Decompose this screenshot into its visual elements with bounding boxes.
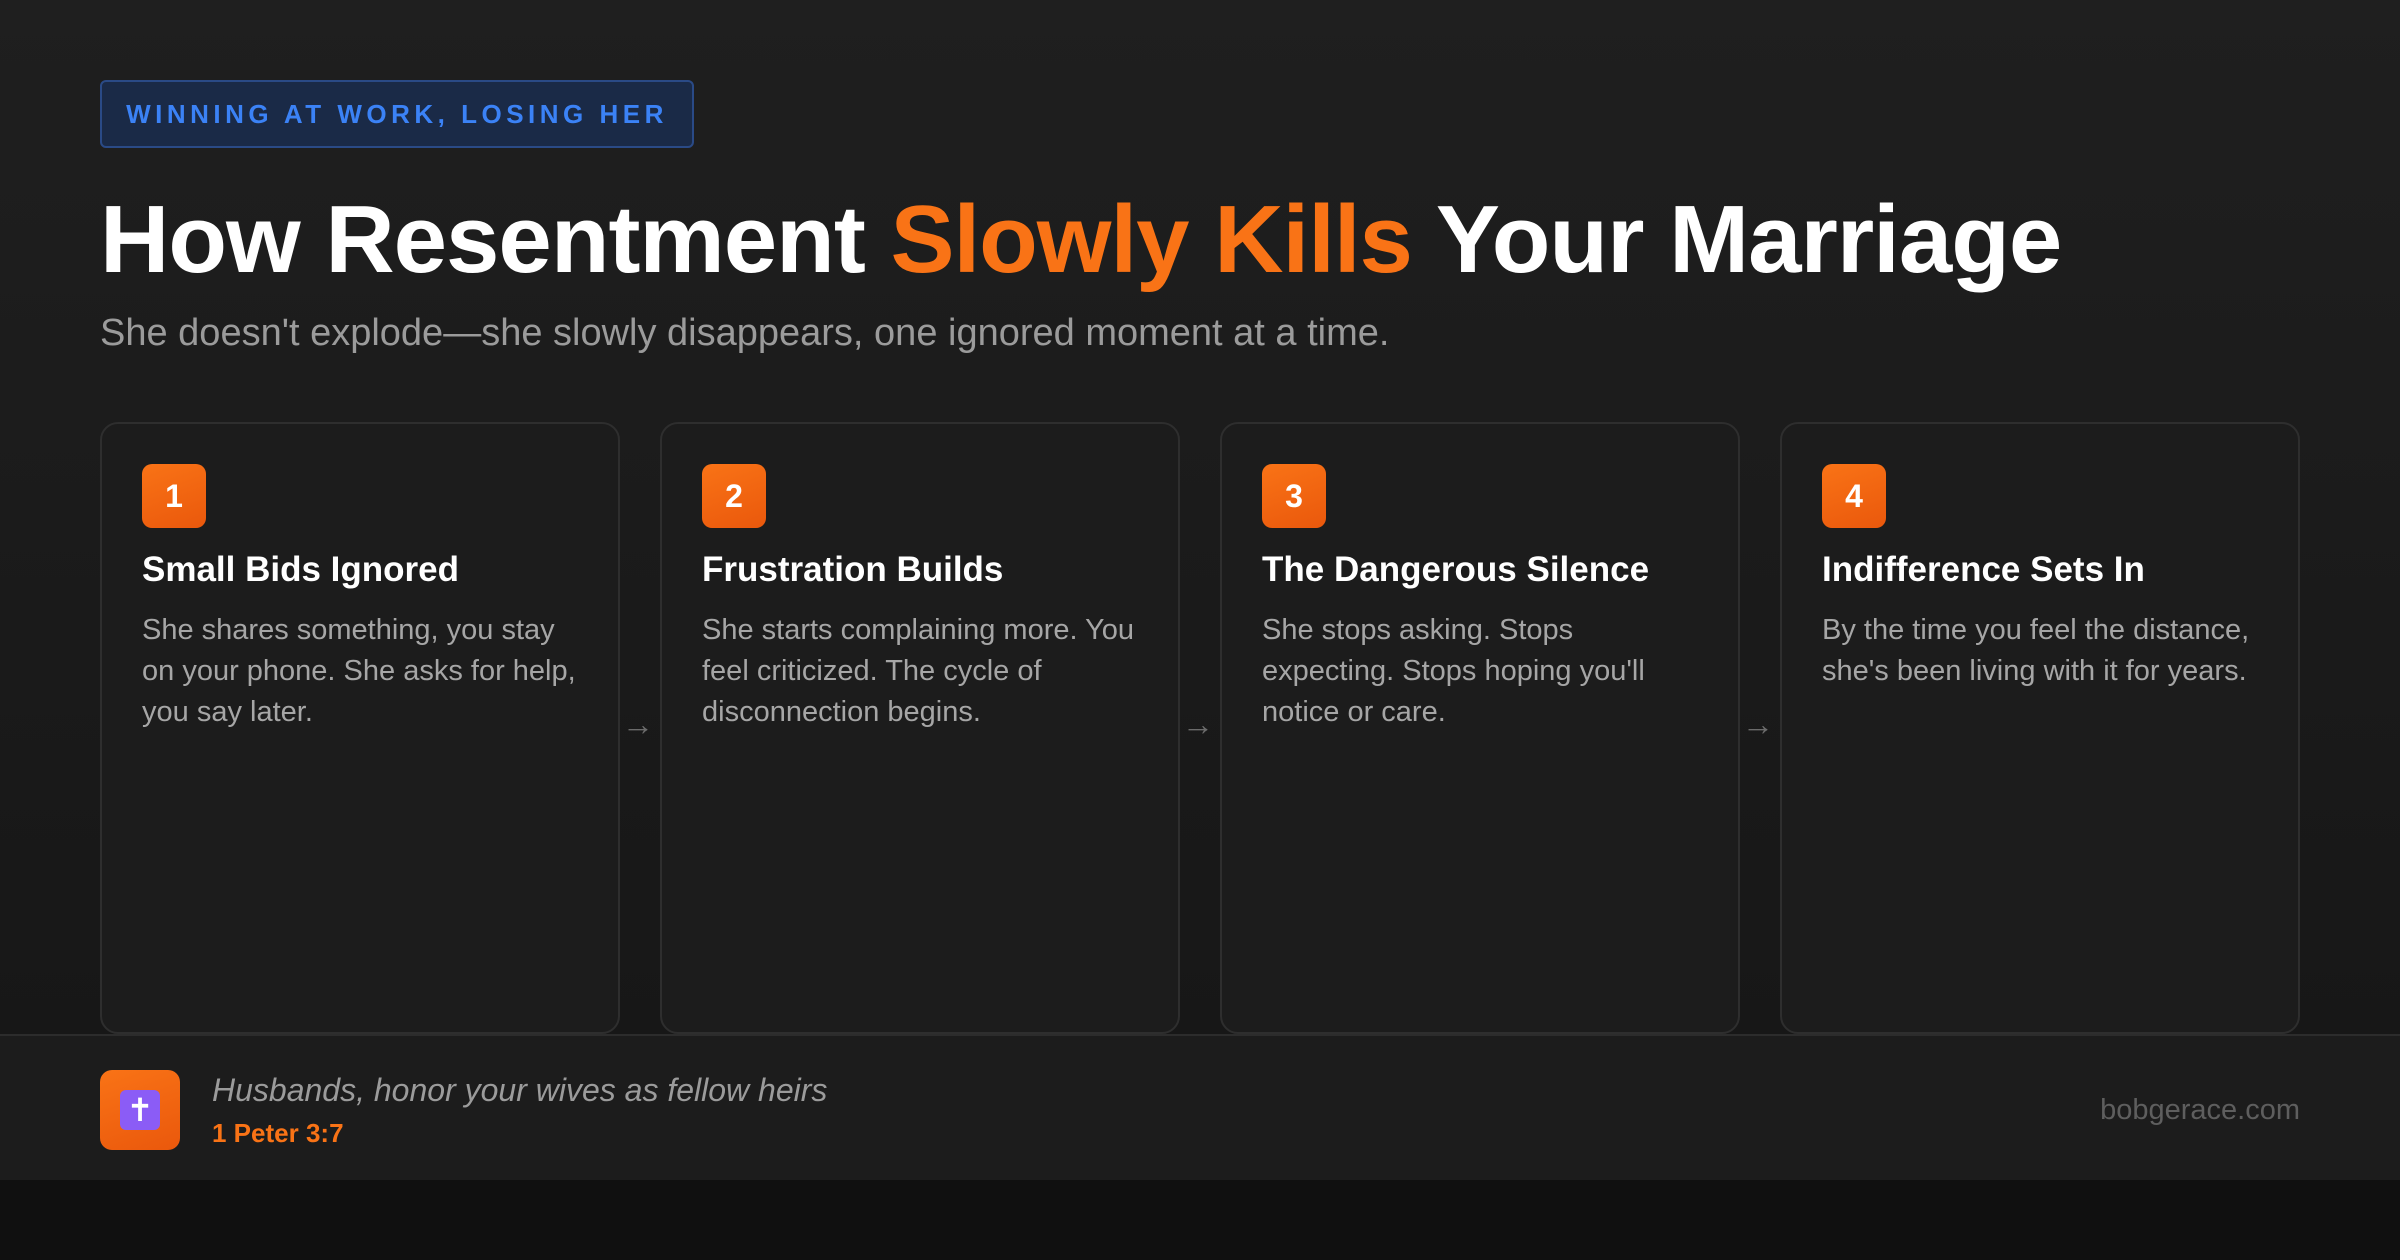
cross-icon: ✝ [100, 1070, 180, 1150]
step-card-4: 4 Indifference Sets In By the time you f… [1780, 422, 2300, 1034]
site-url: bobgerace.com [2100, 1094, 2300, 1126]
title-start: How Resentment [100, 186, 891, 293]
step-number-badge: 4 [1822, 464, 1886, 528]
step-number-badge: 3 [1262, 464, 1326, 528]
bottom-band [0, 1180, 2400, 1260]
scripture-reference: 1 Peter 3:7 [212, 1118, 344, 1148]
step-description: She stops asking. Stops expecting. Stops… [1262, 614, 1645, 728]
cross-glyph: ✝ [120, 1090, 160, 1130]
step-title: Indifference Sets In [1822, 550, 2145, 589]
step-number-badge: 2 [702, 464, 766, 528]
title-highlight: Slowly Kills [890, 186, 1412, 293]
arrow-right-icon: → [1742, 706, 1774, 742]
scripture-quote: Husbands, honor your wives as fellow hei… [212, 1072, 828, 1108]
step-description: She shares something, you stay on your p… [142, 614, 576, 728]
footer: ✝ Husbands, honor your wives as fellow h… [0, 1034, 2400, 1180]
step-title: The Dangerous Silence [1262, 550, 1650, 589]
page-subtitle: She doesn't explode—she slowly disappear… [100, 312, 1390, 354]
step-description: By the time you feel the distance, she's… [1822, 614, 2250, 687]
page-title: How Resentment Slowly Kills Your Marriag… [100, 180, 2062, 300]
step-title: Small Bids Ignored [142, 550, 459, 589]
arrow-right-icon: → [622, 706, 654, 742]
step-card-1: 1 Small Bids Ignored She shares somethin… [100, 422, 620, 1034]
step-description: She starts complaining more. You feel cr… [702, 614, 1135, 728]
step-card-3: 3 The Dangerous Silence She stops asking… [1220, 422, 1740, 1034]
step-title: Frustration Builds [702, 550, 1004, 589]
category-tag: WINNING AT WORK, LOSING HER [100, 80, 694, 148]
arrow-right-icon: → [1182, 706, 1214, 742]
title-end: Your Marriage [1411, 186, 2062, 293]
step-number-badge: 1 [142, 464, 206, 528]
step-card-2: 2 Frustration Builds She starts complain… [660, 422, 1180, 1034]
hero-section: WINNING AT WORK, LOSING HER How Resentme… [0, 0, 2400, 1034]
